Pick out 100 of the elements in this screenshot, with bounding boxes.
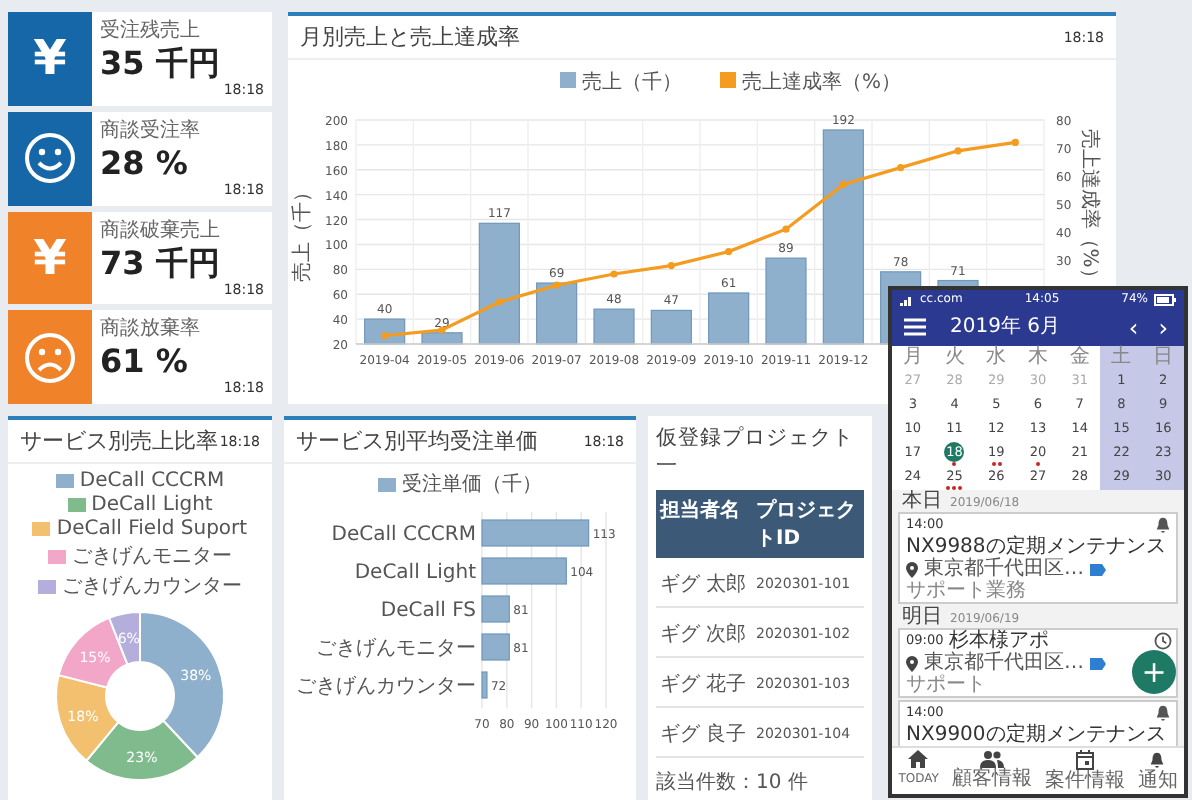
card-title: サービス別売上比率 <box>20 426 218 456</box>
location-pin-icon <box>906 561 918 577</box>
point <box>839 180 847 188</box>
point <box>667 262 675 270</box>
table-cell-text: ギグ 次郎 <box>660 621 749 648</box>
weekday-label: 土 <box>1100 346 1143 370</box>
event-title: 杉本様アポ <box>949 630 1050 652</box>
weekday-label: 日 <box>1142 346 1184 370</box>
people-icon <box>979 750 1004 768</box>
legend-label: ごきげんカウンター <box>62 574 242 600</box>
axis-tick-label: ごきげんモニター <box>316 638 476 660</box>
kpi-label: 商談破棄売上 <box>100 217 222 243</box>
point <box>954 147 962 155</box>
bar <box>765 257 807 345</box>
table-cell-text: ギグ 太郎 <box>660 571 749 598</box>
kpi-value: 73 千円 <box>100 243 222 282</box>
legend-swatch <box>48 549 66 563</box>
point <box>1011 138 1019 146</box>
kpi-label: 商談受注率 <box>100 117 202 144</box>
bell-icon <box>1154 704 1172 722</box>
card-title: 月別売上と売上達成率 <box>300 22 520 52</box>
legend-swatch <box>67 498 86 512</box>
tag-icon <box>1090 657 1106 669</box>
weekday-label: 水 <box>984 346 1009 370</box>
tag-icon <box>1090 563 1106 575</box>
calendar-icon <box>1075 750 1094 770</box>
table-cell-text: ギグ 良子 <box>660 721 749 748</box>
kpi-value: 61 % <box>100 342 190 381</box>
location-pin-icon <box>906 655 918 671</box>
home-icon <box>908 750 929 768</box>
legend-swatch <box>32 522 51 536</box>
axis-tick-label: ごきげんカウンター <box>296 676 476 698</box>
smiley-icon <box>24 132 76 185</box>
result-count: 該当件数：10 件 <box>656 769 810 796</box>
bar <box>536 282 578 345</box>
point <box>897 164 905 172</box>
point <box>495 298 503 306</box>
legend-label: DeCall CCCRM <box>79 470 225 492</box>
sad-face-icon <box>24 331 76 384</box>
next-month-button[interactable]: › <box>1154 315 1172 339</box>
kpi-value: 28 % <box>100 143 190 182</box>
bar <box>481 557 567 585</box>
month-title: 2019年 6月 <box>950 315 1062 339</box>
event-title: NX9988の定期メンテナンス <box>906 536 1166 558</box>
point <box>381 332 389 340</box>
bar <box>481 633 510 661</box>
legend-swatch <box>560 72 576 88</box>
section-label: 明日 <box>902 606 942 628</box>
bar <box>421 332 463 345</box>
bar <box>481 519 590 547</box>
battery-icon <box>1154 294 1176 306</box>
weekday-label: 火 <box>942 346 967 370</box>
event-location: 東京都千代田区… <box>924 652 1084 674</box>
point <box>610 270 618 278</box>
bell-icon <box>1148 750 1167 770</box>
legend-swatch <box>378 477 396 491</box>
bar <box>708 292 750 345</box>
menu-icon[interactable] <box>904 318 926 336</box>
point <box>782 225 790 233</box>
axis-title: 売上（千） <box>292 182 314 282</box>
legend-swatch <box>55 474 74 488</box>
bar <box>593 308 635 345</box>
bar <box>481 595 510 623</box>
bar <box>650 309 692 345</box>
legend-label: 売上達成率（%） <box>742 72 902 94</box>
kpi-value: 35 千円 <box>100 44 222 83</box>
signal-icon <box>900 294 914 306</box>
event-tag: サポート <box>906 674 986 696</box>
nav-item[interactable]: 顧客情報 <box>951 750 1032 792</box>
previous-month-button[interactable]: ‹ <box>1124 315 1143 339</box>
yen-icon: ¥ <box>33 233 67 282</box>
kpi-label: 商談放棄率 <box>100 315 202 343</box>
bar <box>478 222 520 345</box>
card-title: サービス別平均受注単価 <box>296 426 538 456</box>
event-tag: サポート業務 <box>906 580 1026 602</box>
legend-swatch <box>720 72 736 88</box>
nav-item[interactable]: 通知 <box>1137 750 1178 792</box>
legend-swatch <box>38 579 56 593</box>
column-header[interactable]: プロジェクトID <box>756 496 860 552</box>
legend-label: DeCall Field Suport <box>56 518 248 540</box>
weekday-label: 月 <box>900 346 925 370</box>
clock-icon <box>1154 632 1172 650</box>
point <box>725 248 733 256</box>
axis-title: 売上達成率（%） <box>1078 128 1100 288</box>
axis-tick-label: DeCall CCCRM <box>331 524 476 546</box>
axis-tick-label: DeCall Light <box>354 562 476 584</box>
nav-item[interactable]: 案件情報 <box>1044 750 1125 792</box>
legend-label: ごきげんモニター <box>72 544 232 570</box>
point <box>553 281 561 289</box>
event-location: 東京都千代田区… <box>924 558 1084 580</box>
event-title: NX9900の定期メンテナンス <box>906 724 1166 746</box>
card-title: 仮登録プロジェクト一 <box>656 424 856 480</box>
section-label: 本日 <box>902 490 942 512</box>
bar <box>481 671 488 699</box>
legend-label: 受注単価（千） <box>402 471 542 498</box>
column-header[interactable]: 担当者名 <box>660 496 756 552</box>
table-cell-text: ギグ 花子 <box>660 671 749 698</box>
legend-label: 売上（千） <box>582 72 682 94</box>
weekday-label: 木 <box>1026 346 1050 370</box>
legend-label: DeCall Light <box>91 494 213 516</box>
